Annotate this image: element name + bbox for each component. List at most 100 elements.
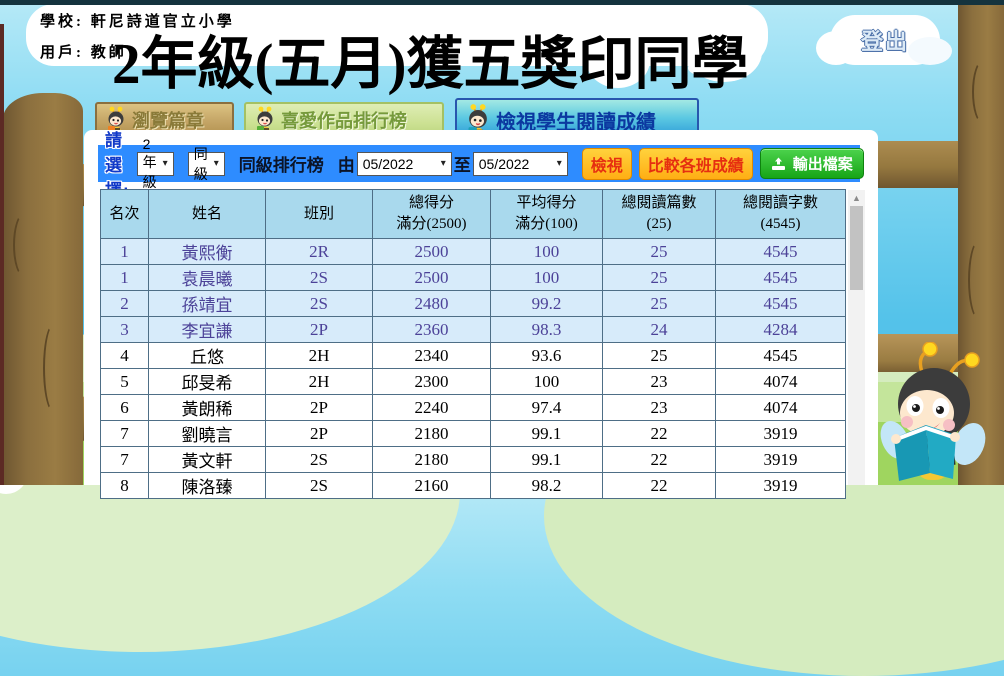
page-title: 2年級(五月)獲五獎印同學	[112, 33, 749, 96]
table-cell: 2H	[265, 368, 373, 395]
from-label: 由	[337, 156, 355, 175]
scope-select-value: 同級	[193, 145, 208, 182]
table-cell: 4074	[715, 368, 846, 395]
table-cell: 4545	[715, 264, 846, 291]
table-cell: 25	[602, 264, 716, 291]
column-header: 姓名	[148, 189, 266, 239]
table-row: 3 李宜謙 2P 2360 98.3 24 4284	[100, 316, 846, 343]
top-edge-line	[0, 0, 1004, 5]
table-cell: 4545	[715, 290, 846, 317]
view-button-label: 檢視	[590, 157, 623, 175]
column-header: 名次	[100, 189, 149, 239]
scope-select[interactable]: 同級 ▾	[187, 146, 225, 182]
table-cell: 99.1	[490, 420, 603, 447]
table-cell: 25	[602, 342, 716, 369]
chevron-down-icon: ▾	[556, 158, 562, 169]
table-cell: 2500	[372, 238, 491, 265]
score-table-body: 1 黃熙衡 2R 2500 100 25 4545 1 袁晨曦 2S 2500 100 25 4545 2 孫…	[100, 238, 846, 499]
compare-classes-button[interactable]: 比較各班成績	[638, 147, 753, 180]
table-cell: 24	[602, 316, 716, 343]
filter-toolbar: 請選擇: 2年級 ▾ 同級 ▾ 同級排行榜 由 05/2022 ▾ 至 05/2…	[98, 131, 864, 200]
to-label: 至	[453, 156, 471, 175]
column-header: 班別	[265, 189, 373, 239]
left-edge-line	[0, 24, 4, 485]
table-cell: 100	[490, 368, 603, 395]
table-cell: 2R	[265, 238, 373, 265]
column-header: 總閱讀篇數 (25)	[602, 189, 716, 239]
table-cell: 黃熙衡	[148, 238, 266, 265]
logout-button[interactable]: 登出	[816, 15, 952, 65]
table-cell: 2P	[265, 394, 373, 421]
bee-mascot-reading	[880, 342, 986, 481]
table-cell: 93.6	[490, 342, 603, 369]
table-cell: 2360	[372, 316, 491, 343]
table-cell: 2	[100, 290, 149, 317]
to-month-select[interactable]: 05/2022 ▾	[472, 151, 568, 176]
fence-post-left	[3, 93, 83, 485]
table-cell: 2S	[265, 290, 373, 317]
table-cell: 3919	[715, 446, 846, 473]
table-cell: 2240	[372, 394, 491, 421]
table-cell: 4545	[715, 238, 846, 265]
chevron-down-icon: ▾	[213, 158, 219, 169]
table-cell: 5	[100, 368, 149, 395]
export-file-button[interactable]: 輸出檔案	[759, 148, 864, 179]
table-cell: 4074	[715, 394, 846, 421]
table-row: 7 黃文軒 2S 2180 99.1 22 3919	[100, 446, 846, 473]
table-cell: 25	[602, 238, 716, 265]
grade-select[interactable]: 2年級 ▾	[136, 136, 174, 190]
table-row: 5 邱旻希 2H 2300 100 23 4074	[100, 368, 846, 395]
table-cell: 23	[602, 368, 716, 395]
wood-grain	[43, 323, 65, 413]
column-header: 平均得分 滿分(100)	[490, 189, 603, 239]
wood-grain	[13, 213, 35, 277]
table-cell: 99.1	[490, 446, 603, 473]
wood-grain	[968, 240, 990, 320]
chevron-down-icon: ▾	[440, 158, 446, 169]
table-cell: 98.3	[490, 316, 603, 343]
table-cell: 丘悠	[148, 342, 266, 369]
table-cell: 22	[602, 472, 716, 499]
scroll-up-icon[interactable]: ▲	[848, 193, 865, 203]
table-cell: 2S	[265, 264, 373, 291]
view-button[interactable]: 檢視	[581, 147, 632, 180]
table-scrollbar[interactable]: ▲	[848, 190, 865, 485]
table-cell: 2S	[265, 472, 373, 499]
table-cell: 劉曉言	[148, 420, 266, 447]
column-header: 總得分 滿分(2500)	[372, 189, 491, 239]
score-table: 名次 姓名 班別 總得分 滿分(2500) 平均得分 滿分(100) 總閱讀篇數 (25) 總閱讀…	[100, 189, 846, 499]
table-cell: 4545	[715, 342, 846, 369]
table-cell: 黃文軒	[148, 446, 266, 473]
table-cell: 2160	[372, 472, 491, 499]
from-month-select[interactable]: 05/2022 ▾	[356, 151, 452, 176]
table-cell: 1	[100, 264, 149, 291]
table-cell: 黃朗稀	[148, 394, 266, 421]
table-cell: 陳洛臻	[148, 472, 266, 499]
table-cell: 邱旻希	[148, 368, 266, 395]
table-cell: 2P	[265, 420, 373, 447]
table-cell: 6	[100, 394, 149, 421]
table-cell: 2300	[372, 368, 491, 395]
table-cell: 7	[100, 446, 149, 473]
table-row: 8 陳洛臻 2S 2160 98.2 22 3919	[100, 472, 846, 499]
table-cell: 2500	[372, 264, 491, 291]
ranking-title-label: 同級排行榜	[238, 156, 324, 175]
table-cell: 2480	[372, 290, 491, 317]
from-month-value: 05/2022	[362, 155, 414, 172]
compare-button-label: 比較各班成績	[647, 157, 744, 175]
table-cell: 8	[100, 472, 149, 499]
table-cell: 1	[100, 238, 149, 265]
table-cell: 23	[602, 394, 716, 421]
scrollbar-thumb[interactable]	[850, 206, 863, 290]
table-cell: 袁晨曦	[148, 264, 266, 291]
table-row: 4 丘悠 2H 2340 93.6 25 4545	[100, 342, 846, 369]
column-header: 總閱讀字數 (4545)	[715, 189, 846, 239]
table-cell: 孫靖宜	[148, 290, 266, 317]
table-cell: 2180	[372, 446, 491, 473]
table-cell: 25	[602, 290, 716, 317]
table-cell: 李宜謙	[148, 316, 266, 343]
export-icon	[771, 157, 785, 170]
table-cell: 2340	[372, 342, 491, 369]
table-cell: 4284	[715, 316, 846, 343]
table-row: 1 袁晨曦 2S 2500 100 25 4545	[100, 264, 846, 291]
